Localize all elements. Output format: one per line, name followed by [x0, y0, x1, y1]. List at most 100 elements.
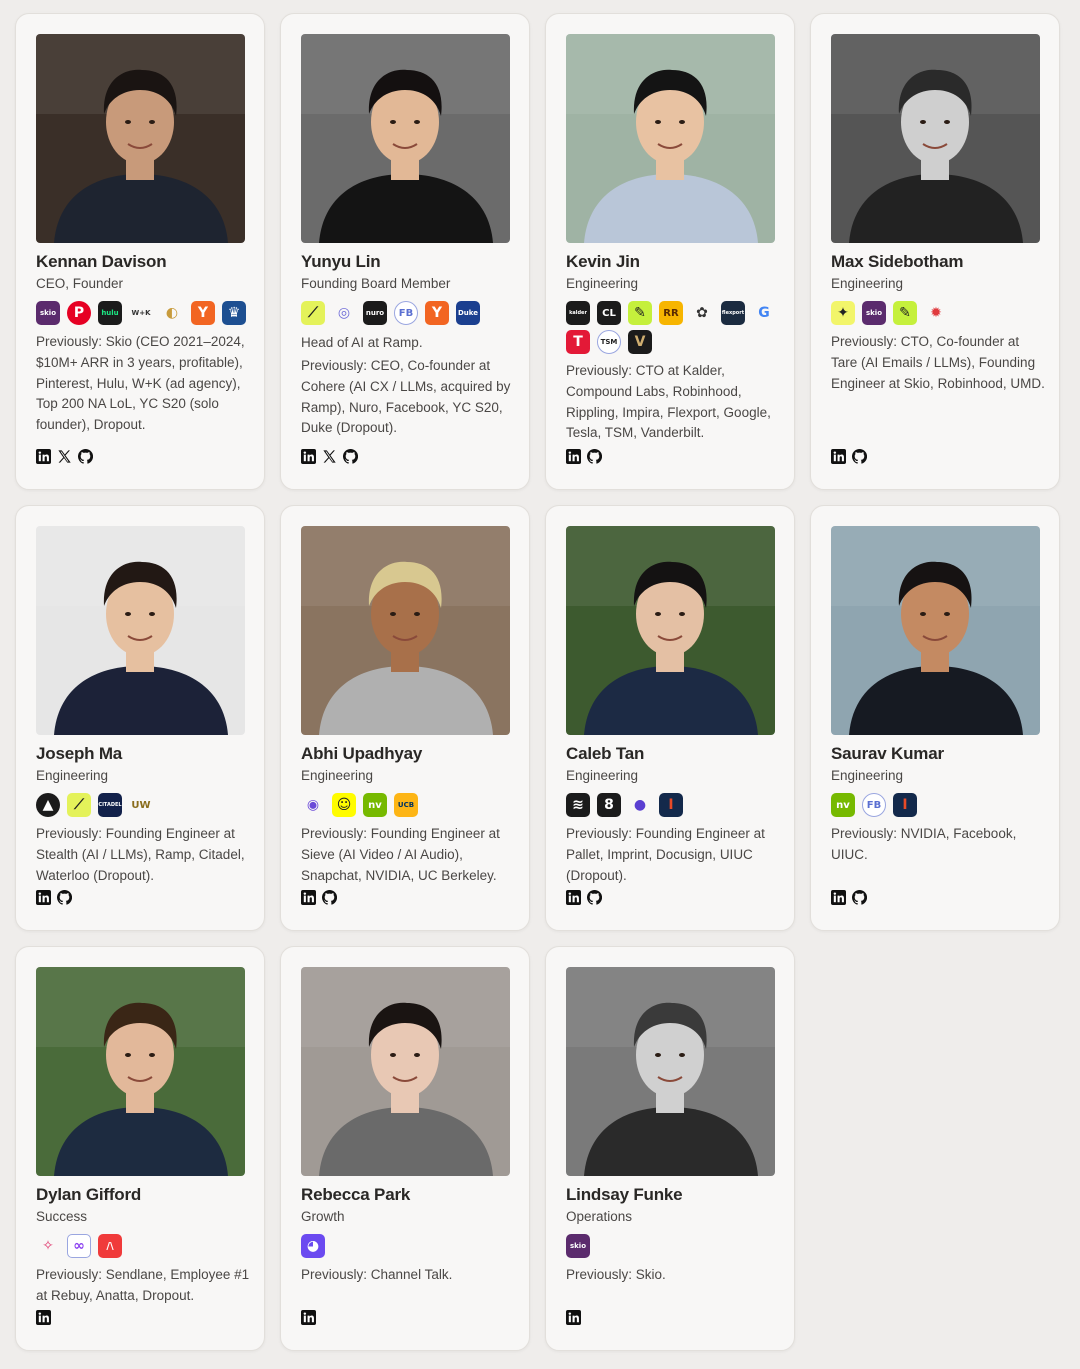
member-headline: Head of AI at Ramp. — [301, 335, 423, 350]
member-name: Rebecca Park — [301, 1185, 411, 1204]
robinhood-logo: ✎ — [628, 301, 652, 325]
social-links — [301, 1310, 316, 1325]
company-logos: ≋ 8 ● I — [566, 793, 780, 817]
member-photo — [566, 967, 775, 1176]
berkeley-logo: UCB — [394, 793, 418, 817]
member-name: Kevin Jin — [566, 252, 640, 271]
linkedin-icon[interactable] — [831, 449, 846, 464]
robinhood-logo: ✎ — [893, 301, 917, 325]
imprint-logo: 8 — [597, 793, 621, 817]
member-role: Engineering — [831, 768, 904, 783]
social-links — [566, 1310, 581, 1325]
member-role: Engineering — [566, 276, 639, 291]
company-logos: ✦ skio ✎ ✹ — [831, 301, 1045, 325]
citadel-logo: CITADEL — [98, 793, 122, 817]
member-photo — [36, 34, 245, 243]
member-name: Kennan Davison — [36, 252, 167, 271]
vanderbilt-logo: V — [628, 330, 652, 354]
member-photo — [301, 967, 510, 1176]
member-photo — [36, 967, 245, 1176]
social-links — [301, 890, 337, 905]
member-bio: Previously: Founding Engineer at Stealth… — [36, 826, 245, 883]
member-role: Engineering — [36, 768, 109, 783]
member-bio: Previously: Skio. — [566, 1267, 666, 1282]
facebook-logo: FB — [862, 793, 886, 817]
team-member-card: Yunyu Lin Founding Board Member ⟋ ◎ nuro FB Y D… — [280, 13, 530, 490]
cohere-logo: ◎ — [337, 305, 351, 321]
member-bio: Previously: Channel Talk. — [301, 1267, 453, 1282]
x-icon[interactable] — [57, 449, 72, 464]
lol-logo: ◐ — [165, 305, 179, 321]
team-member-card: Kevin Jin Engineering kalder CL ✎ RR ✿ flexport… — [545, 13, 795, 490]
sieve-logo: ◉ — [306, 797, 320, 813]
team-member-card: Joseph Ma Engineering ▲ ⟋ CITADEL UW Previousl… — [15, 505, 265, 931]
member-bio: Previously: Sendlane, Employee #1 at Reb… — [36, 1267, 250, 1303]
member-name: Dylan Gifford — [36, 1185, 142, 1204]
member-role: Operations — [566, 1209, 633, 1224]
yc-logo: Y — [425, 301, 449, 325]
channel-talk-logo: ◕ — [301, 1234, 325, 1258]
member-photo — [36, 526, 245, 735]
x-icon[interactable] — [322, 449, 337, 464]
social-links — [36, 1310, 51, 1325]
team-member-card: Kennan Davison CEO, Founder skio Phulu W+K ◐ Y… — [15, 13, 265, 490]
impira-logo: ✿ — [696, 305, 708, 321]
uiuc-logo: I — [659, 793, 683, 817]
github-icon[interactable] — [57, 890, 72, 905]
nvidia-logo: nv — [831, 793, 855, 817]
team-member-card: Caleb Tan Engineering ≋ 8 ● I Previously: Foun… — [545, 505, 795, 931]
duke-logo: Duke — [456, 301, 480, 325]
member-name: Yunyu Lin — [301, 252, 381, 271]
kalder-logo: kalder — [566, 301, 590, 325]
linkedin-icon[interactable] — [36, 449, 51, 464]
member-role: Growth — [301, 1209, 345, 1224]
social-links — [301, 449, 358, 464]
wk-logo: W+K — [131, 309, 151, 317]
member-role: CEO, Founder — [36, 276, 124, 291]
team-member-card: Abhi Upadhyay Engineering ◉ ☺ nv UCB Previousl… — [280, 505, 530, 931]
github-icon[interactable] — [322, 890, 337, 905]
nuro-logo: nuro — [363, 301, 387, 325]
linkedin-icon[interactable] — [831, 890, 846, 905]
github-icon[interactable] — [852, 890, 867, 905]
company-logos: ◕ — [301, 1234, 515, 1258]
member-bio: Previously: CTO at Kalder, Compound Labs… — [566, 363, 771, 441]
member-name: Saurav Kumar — [831, 744, 944, 763]
tsm-logo: TSM — [597, 330, 621, 354]
linkedin-icon[interactable] — [301, 1310, 316, 1325]
github-icon[interactable] — [852, 449, 867, 464]
social-links — [566, 890, 602, 905]
member-name: Lindsay Funke — [566, 1185, 683, 1204]
company-logos: skio — [566, 1234, 780, 1258]
member-photo — [566, 34, 775, 243]
columbia-logo: ♛ — [222, 301, 246, 325]
social-links — [36, 890, 72, 905]
member-role: Engineering — [831, 276, 904, 291]
linkedin-icon[interactable] — [301, 449, 316, 464]
company-logos: ⟋ ◎ nuro FB Y Duke — [301, 301, 515, 325]
linkedin-icon[interactable] — [566, 1310, 581, 1325]
member-bio: Previously: Founding Engineer at Sieve (… — [301, 826, 500, 883]
rippling-logo: RR — [659, 301, 683, 325]
member-name: Caleb Tan — [566, 744, 645, 763]
linkedin-icon[interactable] — [566, 890, 581, 905]
linkedin-icon[interactable] — [36, 890, 51, 905]
company-logos: ◉ ☺ nv UCB — [301, 793, 515, 817]
member-role: Success — [36, 1209, 88, 1224]
social-links — [36, 449, 93, 464]
member-bio: Previously: NVIDIA, Facebook, UIUC. — [831, 826, 1017, 862]
team-member-card: Rebecca Park Growth ◕ Previously: Channel T… — [280, 946, 530, 1351]
linkedin-icon[interactable] — [566, 449, 581, 464]
team-member-card: Lindsay Funke Operations skio Previously: S… — [545, 946, 795, 1351]
team-member-card: Dylan Gifford Success ✧ ∞ /\ Previously: Send… — [15, 946, 265, 1351]
member-name: Joseph Ma — [36, 744, 123, 763]
member-role: Founding Board Member — [301, 276, 451, 291]
skio-logo: skio — [36, 301, 60, 325]
github-icon[interactable] — [343, 449, 358, 464]
member-name: Max Sidebotham — [831, 252, 964, 271]
linkedin-icon[interactable] — [301, 890, 316, 905]
linkedin-icon[interactable] — [36, 1310, 51, 1325]
github-icon[interactable] — [78, 449, 93, 464]
github-icon[interactable] — [587, 449, 602, 464]
github-icon[interactable] — [587, 890, 602, 905]
